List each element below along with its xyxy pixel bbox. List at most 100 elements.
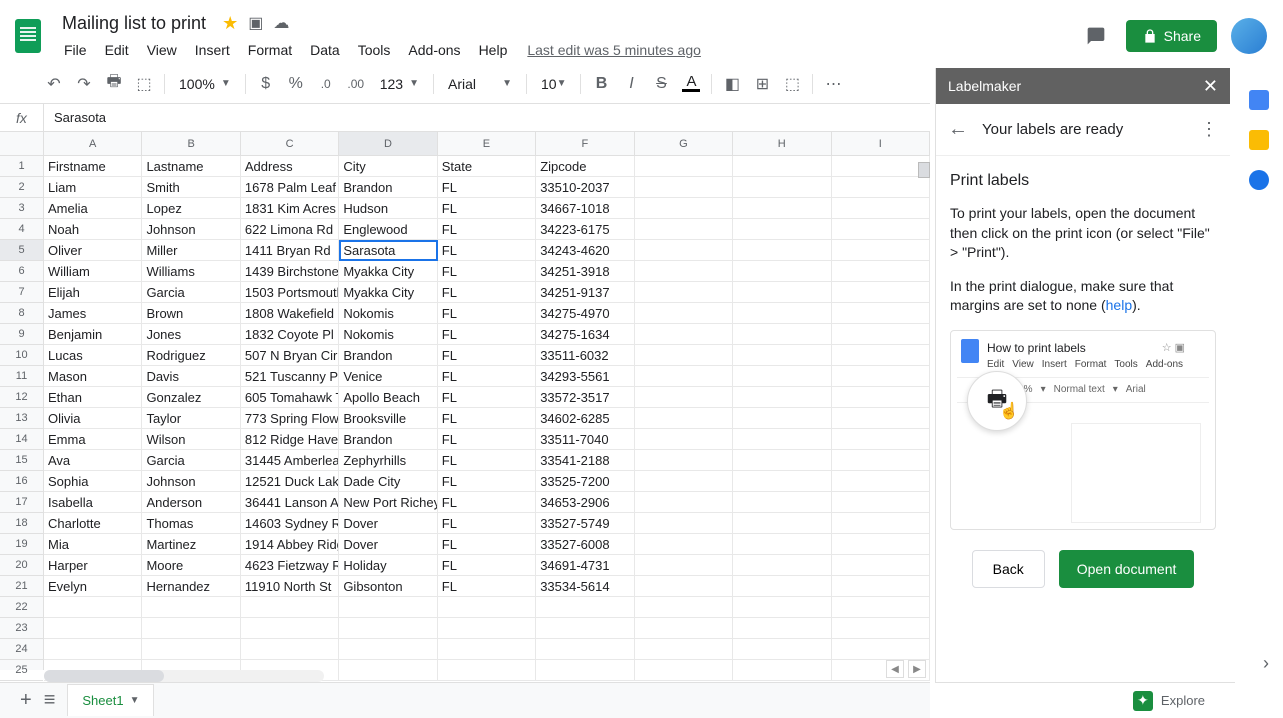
cell[interactable]: Lastname bbox=[142, 156, 240, 177]
cell[interactable]: Jones bbox=[142, 324, 240, 345]
cell[interactable] bbox=[635, 513, 733, 534]
cell[interactable]: 33527-5749 bbox=[536, 513, 634, 534]
redo-icon[interactable]: ↷ bbox=[70, 70, 98, 98]
cell[interactable] bbox=[635, 450, 733, 471]
cell[interactable] bbox=[635, 282, 733, 303]
italic-icon[interactable]: I bbox=[617, 70, 645, 98]
row-header[interactable]: 22 bbox=[0, 597, 43, 618]
cell[interactable]: 14603 Sydney R bbox=[241, 513, 339, 534]
cell[interactable] bbox=[733, 303, 831, 324]
cell[interactable]: State bbox=[438, 156, 536, 177]
cell[interactable]: Olivia bbox=[44, 408, 142, 429]
cell[interactable] bbox=[733, 324, 831, 345]
cell[interactable]: FL bbox=[438, 261, 536, 282]
currency-icon[interactable]: $ bbox=[252, 70, 280, 98]
back-arrow-icon[interactable]: ← bbox=[948, 118, 968, 141]
row-header[interactable]: 11 bbox=[0, 366, 43, 387]
cell[interactable]: Johnson bbox=[142, 471, 240, 492]
cell[interactable]: Harper bbox=[44, 555, 142, 576]
column-header[interactable]: B bbox=[142, 132, 240, 155]
cell[interactable] bbox=[832, 219, 930, 240]
cell[interactable] bbox=[733, 345, 831, 366]
cell[interactable]: 1832 Coyote Pl bbox=[241, 324, 339, 345]
cell[interactable]: Myakka City bbox=[339, 261, 437, 282]
fill-color-icon[interactable]: ◧ bbox=[718, 70, 746, 98]
cell[interactable] bbox=[733, 534, 831, 555]
share-button[interactable]: Share bbox=[1126, 20, 1217, 52]
cell[interactable] bbox=[733, 492, 831, 513]
font-select[interactable]: Arial▼ bbox=[440, 72, 520, 96]
cell[interactable]: 34691-4731 bbox=[536, 555, 634, 576]
cell[interactable]: Zephyrhills bbox=[339, 450, 437, 471]
cell[interactable] bbox=[733, 471, 831, 492]
cell[interactable]: 34667-1018 bbox=[536, 198, 634, 219]
merge-cells-icon[interactable]: ⬚ bbox=[778, 70, 806, 98]
row-header[interactable]: 2 bbox=[0, 177, 43, 198]
cell[interactable] bbox=[635, 597, 733, 618]
increase-decimal-icon[interactable]: .00 bbox=[342, 70, 370, 98]
cell[interactable] bbox=[832, 618, 930, 639]
cell[interactable] bbox=[832, 534, 930, 555]
cell[interactable] bbox=[832, 198, 930, 219]
cell[interactable]: Evelyn bbox=[44, 576, 142, 597]
menu-help[interactable]: Help bbox=[471, 38, 516, 62]
row-header[interactable]: 14 bbox=[0, 429, 43, 450]
cell[interactable] bbox=[832, 429, 930, 450]
cell[interactable] bbox=[44, 597, 142, 618]
cell[interactable] bbox=[635, 198, 733, 219]
cell[interactable]: FL bbox=[438, 366, 536, 387]
cell[interactable]: 507 N Bryan Cir bbox=[241, 345, 339, 366]
cell[interactable] bbox=[733, 387, 831, 408]
cell[interactable] bbox=[733, 177, 831, 198]
row-header[interactable]: 24 bbox=[0, 639, 43, 660]
cell[interactable]: FL bbox=[438, 303, 536, 324]
all-sheets-icon[interactable]: ≡ bbox=[44, 689, 56, 712]
cell[interactable]: Noah bbox=[44, 219, 142, 240]
cell[interactable] bbox=[832, 492, 930, 513]
cell[interactable]: Garcia bbox=[142, 282, 240, 303]
cell[interactable]: FL bbox=[438, 450, 536, 471]
select-all-corner[interactable] bbox=[0, 132, 44, 156]
cell[interactable] bbox=[733, 639, 831, 660]
cell[interactable]: FL bbox=[438, 471, 536, 492]
keep-icon[interactable] bbox=[1249, 130, 1269, 150]
zoom-select[interactable]: 100%▼ bbox=[171, 72, 239, 96]
cell[interactable] bbox=[832, 282, 930, 303]
cell[interactable]: 33525-7200 bbox=[536, 471, 634, 492]
cell[interactable]: Dover bbox=[339, 513, 437, 534]
cell[interactable] bbox=[832, 345, 930, 366]
cell[interactable] bbox=[536, 597, 634, 618]
row-header[interactable]: 7 bbox=[0, 282, 43, 303]
formula-input[interactable]: Sarasota bbox=[44, 104, 930, 131]
horizontal-scrollbar[interactable] bbox=[44, 670, 324, 682]
column-header[interactable]: H bbox=[733, 132, 831, 155]
cell[interactable]: City bbox=[339, 156, 437, 177]
cell[interactable]: Lucas bbox=[44, 345, 142, 366]
cell[interactable] bbox=[733, 618, 831, 639]
cell[interactable] bbox=[142, 639, 240, 660]
close-icon[interactable]: ✕ bbox=[1203, 76, 1218, 97]
row-header[interactable]: 18 bbox=[0, 513, 43, 534]
cell[interactable]: Sophia bbox=[44, 471, 142, 492]
sheet-tab-1[interactable]: Sheet1▼ bbox=[67, 684, 154, 716]
cell[interactable]: FL bbox=[438, 219, 536, 240]
cell[interactable] bbox=[733, 576, 831, 597]
cell[interactable]: Taylor bbox=[142, 408, 240, 429]
cell[interactable]: 12521 Duck Lak bbox=[241, 471, 339, 492]
cell[interactable]: 33510-2037 bbox=[536, 177, 634, 198]
cell[interactable] bbox=[635, 156, 733, 177]
cell[interactable] bbox=[635, 324, 733, 345]
cell[interactable]: Brandon bbox=[339, 345, 437, 366]
decrease-decimal-icon[interactable]: .0 bbox=[312, 70, 340, 98]
cell[interactable]: Mia bbox=[44, 534, 142, 555]
cell[interactable] bbox=[438, 618, 536, 639]
cell[interactable] bbox=[832, 471, 930, 492]
cell[interactable]: Sarasota bbox=[339, 240, 437, 261]
cell[interactable]: 773 Spring Flow bbox=[241, 408, 339, 429]
cell[interactable]: Johnson bbox=[142, 219, 240, 240]
row-header[interactable]: 10 bbox=[0, 345, 43, 366]
text-color-icon[interactable]: A bbox=[677, 75, 705, 92]
row-header[interactable]: 1 bbox=[0, 156, 43, 177]
cell[interactable]: James bbox=[44, 303, 142, 324]
cell[interactable]: Wilson bbox=[142, 429, 240, 450]
